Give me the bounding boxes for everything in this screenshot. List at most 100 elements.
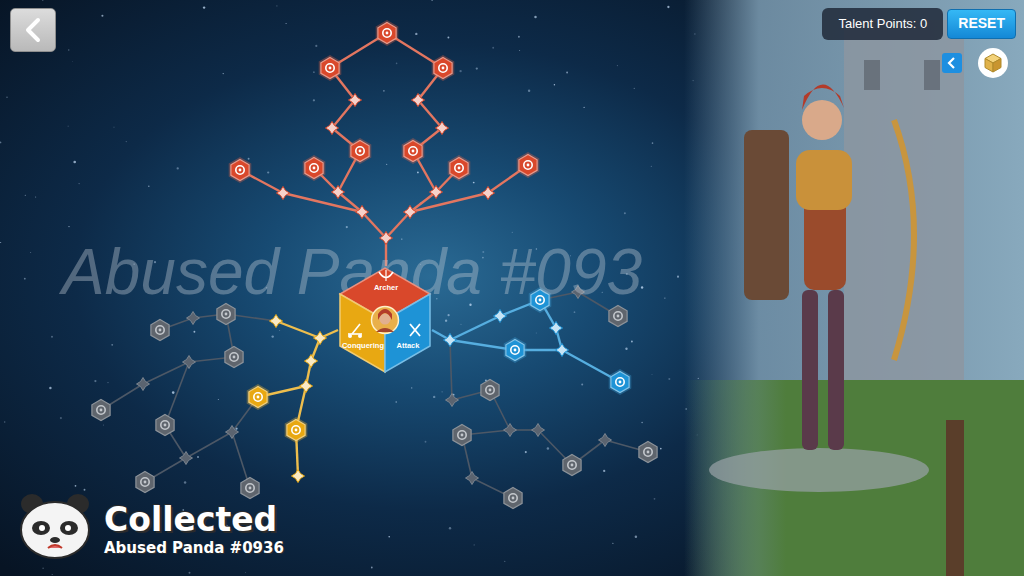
- hero-portrait: [684, 0, 1024, 576]
- talent-node[interactable]: [466, 472, 479, 485]
- talent-node[interactable]: [137, 378, 150, 391]
- talent-node[interactable]: [187, 312, 200, 325]
- talent-node[interactable]: [609, 369, 632, 395]
- talent-node[interactable]: [504, 424, 517, 437]
- talent-node[interactable]: [229, 157, 252, 183]
- tree-link: [450, 340, 452, 400]
- talent-hub: ArcherConqueringAttack: [340, 268, 430, 372]
- tree-link: [410, 192, 436, 212]
- talent-node[interactable]: [305, 355, 318, 368]
- talent-icon: [236, 166, 244, 174]
- talent-node[interactable]: [136, 472, 154, 493]
- talent-node[interactable]: [314, 332, 327, 345]
- bow-icon: [379, 270, 393, 281]
- tree-link: [362, 212, 386, 238]
- talent-node[interactable]: [446, 394, 459, 407]
- talent-node[interactable]: [225, 347, 243, 368]
- talent-node[interactable]: [332, 186, 345, 199]
- talent-node[interactable]: [349, 138, 372, 164]
- talent-icon: [246, 484, 254, 492]
- talent-node[interactable]: [156, 415, 174, 436]
- talent-node[interactable]: [270, 315, 283, 328]
- collected-title: Collected: [104, 502, 284, 538]
- tree-label: Archer: [374, 283, 398, 292]
- talent-icon: [326, 64, 334, 72]
- talent-icon: [509, 494, 517, 502]
- view-toggle-button[interactable]: [978, 48, 1008, 78]
- talent-node[interactable]: [180, 452, 193, 465]
- talent-icon: [616, 378, 624, 386]
- tree-link: [283, 193, 362, 212]
- talent-node[interactable]: [599, 434, 612, 447]
- talent-node[interactable]: [550, 322, 563, 335]
- talent-node[interactable]: [292, 470, 305, 483]
- tree-tab[interactable]: [385, 294, 430, 372]
- talent-node[interactable]: [349, 94, 362, 107]
- collected-subtitle: Abused Panda #0936: [104, 539, 284, 559]
- talent-icon: [97, 406, 105, 414]
- talent-node[interactable]: [376, 20, 399, 46]
- talent-node[interactable]: [285, 417, 308, 443]
- talent-node[interactable]: [226, 426, 239, 439]
- tree-label: Attack: [397, 341, 421, 350]
- tree-link: [338, 192, 362, 212]
- talent-node[interactable]: [532, 424, 545, 437]
- chevron-left-icon: [947, 57, 957, 69]
- talent-icon: [511, 346, 519, 354]
- talent-node[interactable]: [504, 488, 522, 509]
- talent-node[interactable]: [517, 152, 540, 178]
- talent-node[interactable]: [430, 186, 443, 199]
- talent-node[interactable]: [436, 122, 449, 135]
- talent-icon: [644, 448, 652, 456]
- talent-node[interactable]: [432, 55, 455, 81]
- tree-tab[interactable]: [340, 294, 385, 372]
- talent-icon: [356, 147, 364, 155]
- talent-node[interactable]: [404, 206, 417, 219]
- talent-node[interactable]: [247, 384, 270, 410]
- talent-node[interactable]: [151, 320, 169, 341]
- talent-node[interactable]: [556, 344, 569, 357]
- talent-icon: [486, 386, 494, 394]
- talent-icon: [310, 164, 318, 172]
- starfield: [0, 0, 699, 575]
- talent-icon: [141, 478, 149, 486]
- tree-link: [165, 362, 189, 425]
- talent-node[interactable]: [319, 55, 342, 81]
- top-toolbar: Talent Points: 0 RESET: [822, 8, 1016, 78]
- talent-node[interactable]: [563, 455, 581, 476]
- talent-node[interactable]: [609, 306, 627, 327]
- talent-node[interactable]: [444, 334, 457, 347]
- talent-node[interactable]: [481, 380, 499, 401]
- talent-node[interactable]: [482, 187, 495, 200]
- talent-node[interactable]: [183, 356, 196, 369]
- talent-node[interactable]: [494, 310, 507, 323]
- collected-badge: Collected Abused Panda #0936: [14, 490, 284, 562]
- talent-node[interactable]: [453, 425, 471, 446]
- reset-button[interactable]: RESET: [947, 9, 1016, 39]
- talent-node[interactable]: [356, 206, 369, 219]
- panda-icon: [14, 490, 96, 562]
- talent-icon: [568, 461, 576, 469]
- talent-node[interactable]: [504, 337, 527, 363]
- collapse-button[interactable]: [942, 53, 962, 73]
- talent-node[interactable]: [92, 400, 110, 421]
- talent-node[interactable]: [326, 122, 339, 135]
- talent-icon: [455, 164, 463, 172]
- talent-node[interactable]: [639, 442, 657, 463]
- talent-icon: [383, 29, 391, 37]
- talent-node[interactable]: [277, 187, 290, 200]
- talent-node[interactable]: [300, 380, 313, 393]
- talent-icon: [439, 64, 447, 72]
- crossed-swords-icon: [410, 324, 420, 336]
- back-button[interactable]: [10, 8, 56, 52]
- talent-node[interactable]: [448, 155, 471, 181]
- commander-portrait-icon: [372, 307, 399, 334]
- talent-node[interactable]: [241, 478, 259, 499]
- talent-node[interactable]: [303, 155, 326, 181]
- talent-node[interactable]: [412, 94, 425, 107]
- cube-icon: [982, 52, 1004, 74]
- talent-tree: Abused Panda #093ArcherConqueringAttack: [0, 0, 1024, 576]
- catapult-icon: [348, 324, 362, 338]
- tree-link: [186, 432, 232, 458]
- talent-node[interactable]: [402, 138, 425, 164]
